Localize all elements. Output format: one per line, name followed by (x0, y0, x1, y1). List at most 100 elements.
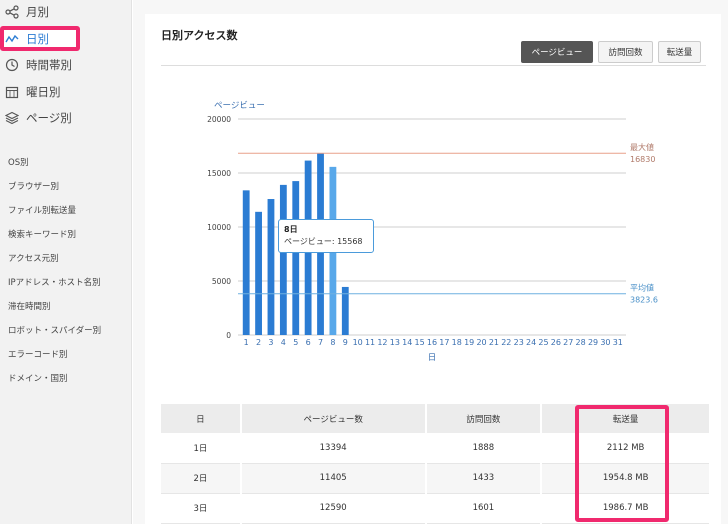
x-axis-label: 日 (428, 353, 437, 363)
x-tick-label: 21 (489, 338, 499, 347)
sidebar-item-label: ページ別 (26, 111, 72, 125)
x-tick-label: 8 (330, 338, 335, 347)
y-tick-label: 5000 (212, 277, 231, 286)
sidebar-item-page[interactable]: ページ別 (4, 106, 80, 130)
x-tick-label: 7 (318, 338, 323, 347)
x-tick-label: 29 (588, 338, 598, 347)
y-axis-label: ページビュー (214, 101, 265, 111)
share-nodes-icon (4, 4, 20, 20)
x-tick-label: 14 (402, 338, 412, 347)
sidebar-subitem-os[interactable]: OS別 (8, 156, 29, 168)
x-tick-label: 30 (600, 338, 610, 347)
calendar-icon (4, 84, 20, 100)
cell-transfer: 2112 MB (541, 433, 711, 464)
cell-visits: 1601 (425, 493, 543, 524)
clock-icon (4, 57, 20, 73)
cell-pageviews: 12590 (240, 493, 427, 524)
table-row: 1日 13394 1888 2112 MB (161, 433, 711, 464)
x-tick-label: 17 (439, 338, 449, 347)
x-tick-label: 28 (576, 338, 586, 347)
tooltip-title: 8日 (284, 225, 298, 234)
x-tick-label: 4 (281, 338, 286, 347)
x-tick-label: 9 (343, 338, 348, 347)
sidebar-item-monthly[interactable]: 月別 (4, 0, 80, 24)
x-tick-label: 26 (551, 338, 561, 347)
x-tick-label: 1 (244, 338, 249, 347)
column-header-visits[interactable]: 訪問回数 (425, 404, 543, 433)
bar-day-4 (279, 184, 287, 335)
daily-table: 日 ページビュー数 訪問回数 転送量 1日 13394 1888 2112 MB… (161, 404, 711, 524)
page-title: 日別アクセス数 (161, 29, 238, 42)
tab-pageviews[interactable]: ページビュー (521, 41, 593, 63)
table-row: 2日 11405 1433 1954.8 MB (161, 463, 711, 494)
sidebar-item-label: 日別 (26, 32, 49, 46)
y-axis-ticks: 0 5000 10000 15000 20000 (207, 115, 231, 340)
x-tick-label: 22 (501, 338, 511, 347)
cell-day: 1日 (161, 433, 242, 464)
sidebar-subitem-domain-country[interactable]: ドメイン・国別 (8, 372, 68, 384)
x-tick-label: 20 (476, 338, 486, 347)
line-chart-icon (4, 31, 20, 47)
x-tick-label: 2 (256, 338, 261, 347)
sidebar-subitem-search-keyword[interactable]: 検索キーワード別 (8, 228, 76, 240)
bar-day-1 (242, 190, 250, 335)
column-header-pageviews[interactable]: ページビュー数 (240, 404, 427, 433)
y-tick-label: 20000 (207, 115, 231, 124)
tab-transfer[interactable]: 転送量 (658, 41, 701, 63)
sidebar-subitem-duration[interactable]: 滞在時間別 (8, 300, 51, 312)
tab-visits[interactable]: 訪問回数 (598, 41, 653, 63)
x-tick-label: 13 (390, 338, 400, 347)
sidebar-subitem-referrer[interactable]: アクセス元別 (8, 252, 59, 264)
sidebar-subitem-file-transfer[interactable]: ファイル別転送量 (8, 204, 76, 216)
chart-tooltip: 8日 ページビュー: 15568 (278, 219, 374, 253)
x-tick-label: 24 (526, 338, 536, 347)
x-axis-ticks: 1 2 3 4 5 6 7 8 9 10 11 12 13 14 15 16 17 18 19 20 21 22 23 24 2… (244, 338, 623, 347)
x-tick-label: 11 (365, 338, 375, 347)
avg-line-label: 平均値 (630, 283, 654, 293)
x-tick-label: 3 (268, 338, 273, 347)
bar-day-2 (255, 211, 262, 335)
sidebar-item-hourly[interactable]: 時間帯別 (4, 53, 80, 77)
x-tick-label: 25 (538, 338, 548, 347)
x-tick-label: 15 (415, 338, 425, 347)
x-tick-label: 16 (427, 338, 437, 347)
layers-icon (4, 110, 20, 126)
x-tick-label: 5 (293, 338, 298, 347)
cell-transfer: 1986.7 MB (541, 493, 711, 524)
y-tick-label: 15000 (207, 169, 231, 178)
sidebar-item-daily[interactable]: 日別 (4, 27, 80, 51)
x-tick-label: 12 (377, 338, 387, 347)
x-tick-label: 10 (353, 338, 363, 347)
title-divider (161, 65, 706, 66)
x-tick-label: 19 (464, 338, 474, 347)
sidebar-item-label: 時間帯別 (26, 58, 72, 72)
bar-day-3 (267, 199, 275, 335)
sidebar-subitem-robot[interactable]: ロボット・スパイダー別 (8, 324, 101, 336)
column-header-transfer[interactable]: 転送量 (541, 404, 711, 433)
column-header-day[interactable]: 日 (161, 404, 242, 433)
cell-pageviews: 13394 (240, 433, 427, 464)
cell-pageviews: 11405 (240, 463, 427, 494)
x-tick-label: 6 (306, 338, 311, 347)
avg-line-value: 3823.6 (630, 296, 658, 305)
x-tick-label: 31 (613, 338, 623, 347)
sidebar-item-label: 月別 (26, 5, 49, 19)
table-header-row: 日 ページビュー数 訪問回数 転送量 (161, 404, 711, 433)
tooltip-text: ページビュー: 15568 (284, 237, 363, 246)
y-tick-label: 10000 (207, 223, 231, 232)
cell-day: 3日 (161, 493, 242, 524)
sidebar-subitem-error-code[interactable]: エラーコード別 (8, 348, 68, 360)
x-tick-label: 27 (563, 338, 573, 347)
sidebar-subitem-ip-host[interactable]: IPアドレス・ホスト名別 (8, 276, 101, 288)
sidebar: 月別 日別 時間帯別 曜日別 ページ別 OS別 ブラウザー別 ファイル別転送量 … (0, 0, 132, 524)
sidebar-item-weekday[interactable]: 曜日別 (4, 80, 80, 104)
sidebar-subitem-browser[interactable]: ブラウザー別 (8, 180, 59, 192)
y-tick-label: 0 (226, 331, 231, 340)
table-row: 3日 12590 1601 1986.7 MB (161, 493, 711, 524)
cell-day: 2日 (161, 463, 242, 494)
sidebar-item-label: 曜日別 (26, 85, 61, 99)
cell-visits: 1433 (425, 463, 543, 494)
cell-visits: 1888 (425, 433, 543, 464)
x-tick-label: 18 (452, 338, 462, 347)
x-tick-label: 23 (514, 338, 524, 347)
